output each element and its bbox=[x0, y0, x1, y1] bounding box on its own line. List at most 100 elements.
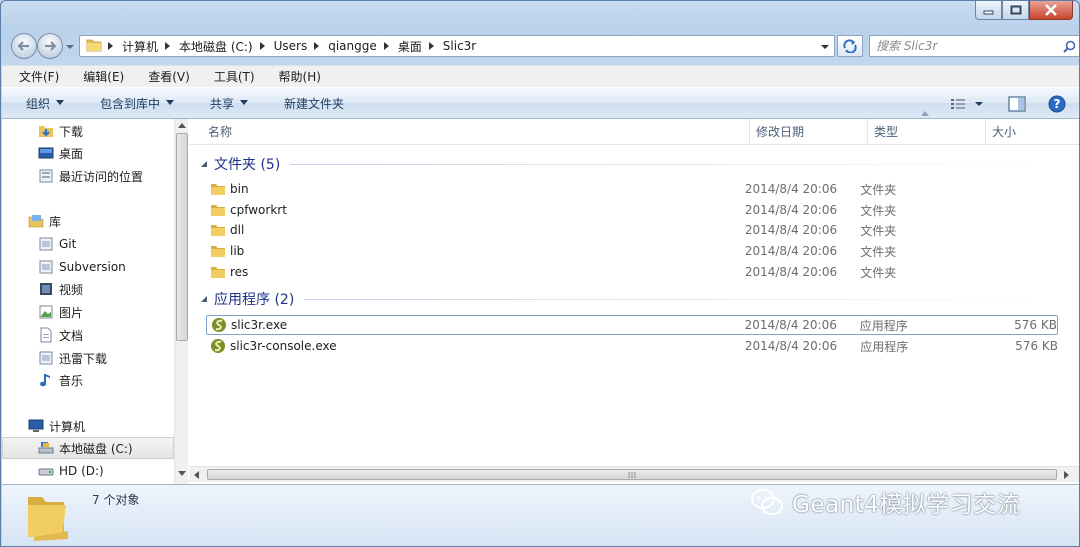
column-type[interactable]: 类型 bbox=[867, 111, 985, 145]
chevron-right-icon[interactable] bbox=[258, 41, 268, 51]
address-history-dropdown[interactable] bbox=[820, 41, 830, 55]
breadcrumb-users[interactable]: Users bbox=[258, 36, 313, 56]
nav-item-computer[interactable]: 计算机 bbox=[2, 415, 174, 437]
breadcrumb-user[interactable]: qiangge bbox=[312, 36, 382, 56]
nav-item-pictures[interactable]: 图片 bbox=[2, 301, 174, 323]
share-button[interactable]: 共享 bbox=[186, 91, 260, 115]
search-icon[interactable] bbox=[1058, 40, 1079, 53]
nav-item-videos[interactable]: 视频 bbox=[2, 278, 174, 300]
file-row[interactable]: cpfworkrt 2014/8/4 20:06 文件夹 bbox=[206, 200, 1058, 220]
library-icon bbox=[38, 236, 54, 252]
menu-edit[interactable]: 编辑(E) bbox=[66, 66, 131, 88]
libraries-icon bbox=[28, 213, 44, 229]
nav-item-xunlei-downloads[interactable]: 迅雷下载 bbox=[2, 347, 174, 369]
include-in-library-button[interactable]: 包含到库中 bbox=[76, 91, 186, 115]
group-header-folders[interactable]: 文件夹 (5) bbox=[189, 153, 1079, 175]
nav-label: Subversion bbox=[59, 260, 126, 274]
chevron-right-icon[interactable] bbox=[163, 41, 173, 51]
file-row[interactable]: slic3r-console.exe 2014/8/4 20:06 应用程序 5… bbox=[206, 336, 1058, 356]
file-row[interactable]: dll 2014/8/4 20:06 文件夹 bbox=[206, 220, 1058, 240]
nav-item-hd-d[interactable]: HD (D:) bbox=[2, 460, 174, 482]
chevron-right-icon[interactable] bbox=[427, 41, 437, 51]
scrollbar-thumb[interactable] bbox=[207, 469, 1057, 480]
column-type-label: 类型 bbox=[874, 125, 899, 139]
chevron-right-icon[interactable] bbox=[106, 41, 116, 51]
horizontal-scrollbar[interactable] bbox=[189, 466, 1079, 482]
navigation-pane: 下载 桌面 最近访问的位置 库 Git Subversion 视频 图片 文档 … bbox=[2, 119, 188, 484]
nav-item-downloads[interactable]: 下载 bbox=[2, 120, 174, 142]
back-button[interactable] bbox=[11, 33, 37, 59]
chevron-right-icon[interactable] bbox=[382, 41, 392, 51]
menu-view[interactable]: 查看(V) bbox=[131, 66, 197, 88]
folder-icon bbox=[210, 181, 226, 197]
group-title: 文件夹 (5) bbox=[214, 157, 281, 173]
help-icon: ? bbox=[1048, 95, 1066, 113]
file-name: bin bbox=[230, 182, 249, 196]
collapse-group-icon[interactable] bbox=[200, 295, 208, 303]
folder-icon bbox=[210, 264, 226, 280]
search-input[interactable] bbox=[876, 39, 1058, 53]
nav-item-local-disk-c[interactable]: 本地磁盘 (C:) bbox=[2, 437, 174, 459]
change-view-button[interactable] bbox=[950, 92, 984, 116]
nav-item-documents[interactable]: 文档 bbox=[2, 324, 174, 346]
file-row[interactable]: res 2014/8/4 20:06 文件夹 bbox=[206, 262, 1058, 282]
nav-item-subversion[interactable]: Subversion bbox=[2, 256, 174, 278]
music-icon bbox=[38, 372, 54, 388]
maximize-button[interactable] bbox=[1002, 1, 1029, 20]
scroll-left-icon[interactable] bbox=[192, 470, 202, 480]
column-date-modified[interactable]: 修改日期 bbox=[749, 119, 867, 145]
search-box[interactable] bbox=[869, 35, 1079, 57]
column-headers: 名称 修改日期 类型 大小 bbox=[189, 111, 1079, 145]
nav-label: 音乐 bbox=[59, 373, 84, 388]
view-controls: ? bbox=[950, 92, 1066, 116]
menu-help[interactable]: 帮助(H) bbox=[262, 66, 328, 88]
file-type: 应用程序 bbox=[860, 339, 909, 354]
library-icon bbox=[38, 259, 54, 275]
navigation-scrollbar[interactable] bbox=[174, 119, 188, 484]
scroll-down-icon[interactable] bbox=[177, 469, 187, 479]
nav-item-libraries[interactable]: 库 bbox=[2, 210, 174, 232]
scroll-right-icon[interactable] bbox=[1062, 470, 1072, 480]
file-size: 576 KB bbox=[1014, 318, 1057, 332]
column-size[interactable]: 大小 bbox=[985, 119, 1065, 145]
nav-item-recent-places[interactable]: 最近访问的位置 bbox=[2, 165, 174, 187]
organize-button[interactable]: 组织 bbox=[2, 91, 76, 115]
nav-item-music[interactable]: 音乐 bbox=[2, 369, 174, 391]
column-name[interactable]: 名称 bbox=[189, 119, 749, 145]
nav-item-git[interactable]: Git bbox=[2, 233, 174, 255]
drive-icon bbox=[38, 463, 54, 479]
breadcrumb-desktop[interactable]: 桌面 bbox=[382, 36, 427, 56]
breadcrumb-current-folder[interactable]: Slic3r bbox=[427, 36, 481, 56]
close-button[interactable] bbox=[1029, 1, 1073, 20]
navigation-tree: 下载 桌面 最近访问的位置 库 Git Subversion 视频 图片 文档 … bbox=[2, 119, 174, 484]
address-bar[interactable]: 计算机 本地磁盘 (C:) Users qiangge 桌面 Slic3r bbox=[79, 35, 835, 57]
preview-pane-button[interactable] bbox=[1008, 92, 1026, 116]
column-date-label: 修改日期 bbox=[756, 125, 805, 139]
file-date: 2014/8/4 20:06 bbox=[744, 318, 837, 332]
file-row[interactable]: slic3r.exe 2014/8/4 20:06 应用程序 576 KB bbox=[206, 315, 1058, 335]
recent-pages-dropdown[interactable] bbox=[65, 41, 75, 51]
pictures-icon bbox=[38, 304, 54, 320]
group-header-applications[interactable]: 应用程序 (2) bbox=[189, 288, 1079, 310]
refresh-button[interactable] bbox=[837, 35, 863, 57]
group-divider bbox=[304, 298, 1060, 300]
new-folder-button[interactable]: 新建文件夹 bbox=[260, 91, 356, 115]
file-row[interactable]: bin 2014/8/4 20:06 文件夹 bbox=[206, 179, 1058, 199]
minimize-button[interactable] bbox=[975, 1, 1002, 20]
file-list: 名称 修改日期 类型 大小 文件夹 (5) bin 2014/8/4 20:06… bbox=[189, 111, 1079, 484]
breadcrumb-label: 本地磁盘 (C:) bbox=[179, 39, 253, 54]
new-folder-label: 新建文件夹 bbox=[284, 96, 345, 111]
menu-file[interactable]: 文件(F) bbox=[2, 66, 66, 88]
file-date: 2014/8/4 20:06 bbox=[744, 182, 838, 196]
breadcrumb-local-disk[interactable]: 本地磁盘 (C:) bbox=[163, 36, 258, 56]
nav-item-desktop[interactable]: 桌面 bbox=[2, 142, 174, 164]
scrollbar-thumb[interactable] bbox=[176, 133, 188, 341]
forward-button[interactable] bbox=[37, 33, 63, 59]
menu-tools[interactable]: 工具(T) bbox=[197, 66, 262, 88]
chevron-right-icon[interactable] bbox=[312, 41, 322, 51]
breadcrumb-computer[interactable]: 计算机 bbox=[106, 36, 163, 56]
file-row[interactable]: lib 2014/8/4 20:06 文件夹 bbox=[206, 241, 1058, 261]
scroll-up-icon[interactable] bbox=[177, 121, 187, 131]
help-button[interactable]: ? bbox=[1048, 92, 1066, 116]
collapse-group-icon[interactable] bbox=[200, 160, 208, 168]
